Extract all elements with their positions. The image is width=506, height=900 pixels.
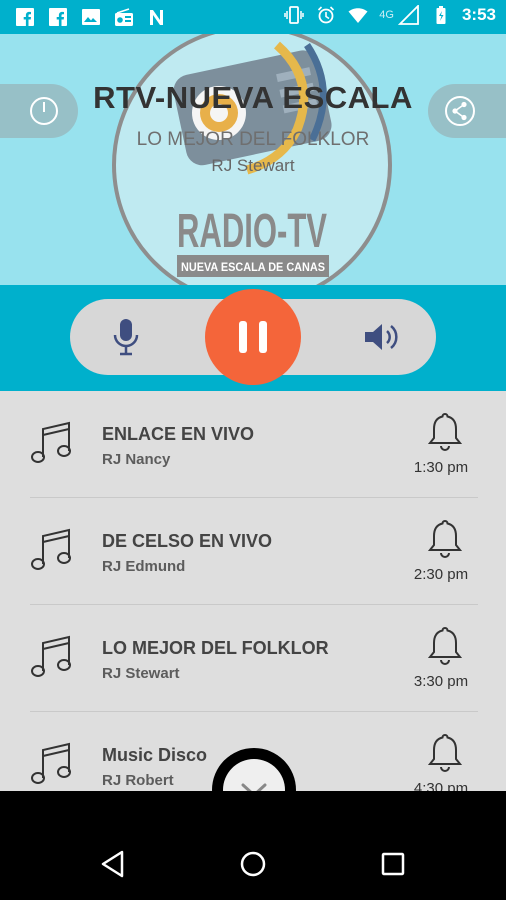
- logo-tagline: NUEVA ESCALA DE CANAS: [181, 260, 325, 274]
- show-rj: RJ Edmund: [102, 558, 186, 575]
- alarm-icon: [318, 6, 335, 24]
- clock: 3:53: [461, 5, 496, 24]
- network-type: 4G: [379, 9, 394, 21]
- player-bar: [0, 285, 506, 391]
- home-icon[interactable]: [238, 849, 268, 879]
- share-icon: [445, 96, 475, 126]
- power-button[interactable]: [0, 84, 78, 138]
- pause-icon-bar: [259, 321, 267, 353]
- show-time: 2:30 pm: [413, 566, 469, 583]
- show-name: DE CELSO EN VIVO: [102, 531, 273, 551]
- radio-icon: [115, 8, 133, 26]
- vibrate-icon: [284, 6, 305, 24]
- wifi-icon: [348, 8, 368, 23]
- list-item[interactable]: ENLACE EN VIVO RJ Nancy 1:30 pm: [0, 391, 506, 498]
- bell-icon[interactable]: [426, 625, 464, 667]
- schedule-list: ENLACE EN VIVO RJ Nancy 1:30 pm DE CELSO…: [0, 391, 506, 791]
- image-icon: [82, 9, 100, 25]
- station-subtitle: LO MEJOR DEL FOLKLOR: [136, 129, 370, 150]
- logo-text: RADIO-TV: [177, 205, 327, 258]
- show-name: ENLACE EN VIVO: [102, 424, 255, 444]
- music-note-icon: [31, 742, 71, 784]
- microphone-icon[interactable]: [108, 317, 144, 357]
- show-name: LO MEJOR DEL FOLKLOR: [102, 638, 329, 658]
- power-icon: [30, 97, 58, 125]
- show-time: 3:30 pm: [413, 673, 469, 690]
- player-controls: [70, 289, 436, 385]
- show-time: 1:30 pm: [413, 459, 469, 476]
- station-header: RADIO-TV NUEVA ESCALA DE CANAS RTV-NUEVA…: [0, 34, 506, 285]
- signal-icon: [397, 5, 419, 25]
- back-icon[interactable]: [98, 849, 128, 879]
- bell-icon[interactable]: [426, 411, 464, 453]
- pause-icon: [239, 321, 247, 353]
- bell-icon[interactable]: [426, 732, 464, 774]
- battery-icon: [436, 6, 446, 24]
- bell-icon[interactable]: [426, 518, 464, 560]
- volume-icon[interactable]: [362, 319, 402, 355]
- music-note-icon: [31, 528, 71, 570]
- show-name: Music Disco: [102, 745, 208, 765]
- music-note-icon: [31, 421, 71, 463]
- news-icon: [150, 10, 163, 25]
- facebook-icon: [16, 8, 34, 26]
- pause-button[interactable]: [205, 289, 301, 385]
- navigation-bar: [0, 791, 506, 900]
- recent-apps-icon[interactable]: [378, 849, 408, 879]
- facebook-icon: [49, 8, 67, 26]
- status-bar: 4G 3:53: [0, 0, 506, 34]
- music-note-icon: [31, 635, 71, 677]
- show-rj: RJ Nancy: [102, 451, 171, 468]
- list-item[interactable]: DE CELSO EN VIVO RJ Edmund 2:30 pm: [0, 498, 506, 605]
- show-time: 4:30 pm: [413, 780, 469, 791]
- list-item[interactable]: LO MEJOR DEL FOLKLOR RJ Stewart 3:30 pm: [0, 605, 506, 712]
- show-rj: RJ Robert: [102, 772, 174, 789]
- share-button[interactable]: [428, 84, 506, 138]
- show-rj: RJ Stewart: [102, 665, 180, 682]
- current-rj: RJ Stewart: [211, 156, 295, 175]
